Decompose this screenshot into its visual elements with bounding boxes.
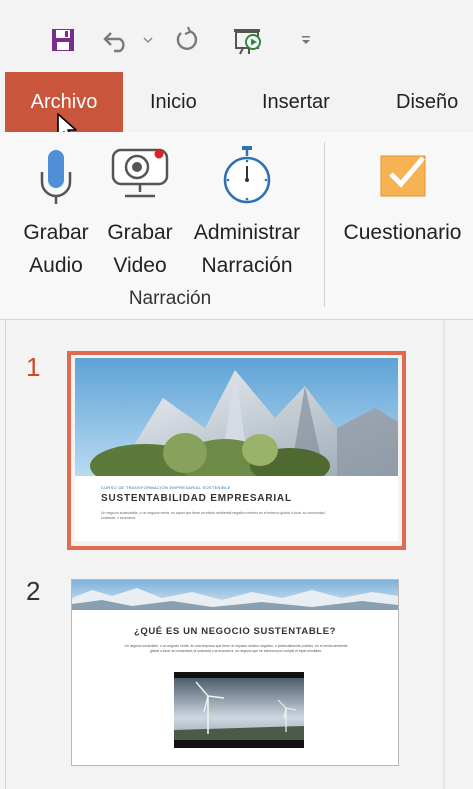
ribbon-group-label: Narración: [128, 288, 212, 309]
webcam-icon: [100, 144, 180, 208]
slide-1-title: SUSTENTABILIDAD EMPRESARIAL: [101, 493, 292, 504]
stopwatch-icon: [180, 144, 314, 208]
quiz-label: Cuestionario: [343, 221, 462, 244]
record-video-label-line2: Video: [113, 254, 167, 277]
tab-diseno[interactable]: Diseño: [396, 72, 458, 132]
ribbon-panel: Grabar Audio Grabar Video Administrar Na…: [0, 132, 473, 320]
slide-thumbnail-1[interactable]: CURSO DE TRANSFORMACIÓN EMPRESARIAL SOST…: [75, 358, 398, 541]
quick-access-toolbar: [0, 0, 473, 75]
slide-1-body: Un negocio sustentable, o un negocio ver…: [101, 511, 326, 520]
tab-insertar[interactable]: Insertar: [262, 72, 330, 132]
quiz-checkbox-icon: [332, 144, 473, 208]
slide-1-building-image: [75, 358, 398, 476]
ribbon-tabs: Archivo Inicio Insertar Diseño: [0, 72, 473, 143]
slide-number-1: 1: [26, 352, 41, 382]
slide-number-2: 2: [26, 576, 41, 606]
microphone-icon: [14, 144, 98, 208]
save-icon[interactable]: [44, 22, 82, 58]
undo-icon[interactable]: [100, 22, 134, 58]
pane-left-border: [5, 320, 6, 789]
slide-2-wind-turbines-image: [174, 672, 304, 748]
slide-thumbnail-2[interactable]: ¿QUÉ ES UN NEGOCIO SUSTENTABLE? Un negoc…: [71, 579, 399, 766]
editor-area-edge: [445, 320, 473, 789]
record-audio-label-line1: Grabar: [23, 221, 89, 244]
record-video-label-line1: Grabar: [107, 221, 173, 244]
start-presentation-icon[interactable]: [228, 22, 268, 58]
ribbon-group-separator: [324, 142, 325, 307]
record-audio-label-line2: Audio: [29, 254, 83, 277]
slide-1-subtitle: CURSO DE TRANSFORMACIÓN EMPRESARIAL SOST…: [101, 485, 231, 490]
redo-icon[interactable]: [168, 22, 206, 58]
slide-2-landscape-banner: [72, 580, 398, 610]
slide-2-title: ¿QUÉ ES UN NEGOCIO SUSTENTABLE?: [133, 626, 337, 637]
undo-dropdown-chevron-icon[interactable]: [140, 22, 156, 58]
tab-inicio[interactable]: Inicio: [150, 72, 197, 132]
customize-toolbar-icon[interactable]: [296, 22, 316, 58]
manage-narration-label-line2: Narración: [201, 254, 293, 277]
manage-narration-label-line1: Administrar: [193, 221, 301, 244]
slide-2-body: Un negocio sostenible, o un negocio verd…: [124, 644, 348, 653]
